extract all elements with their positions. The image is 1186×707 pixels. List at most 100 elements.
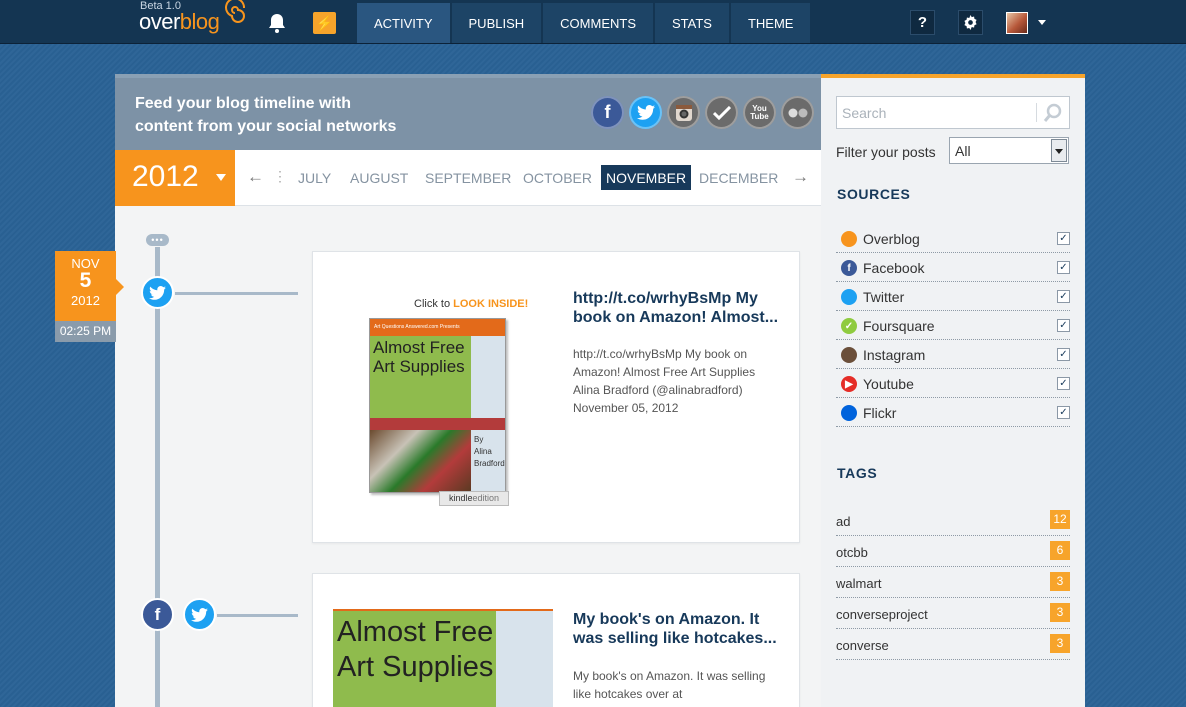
tag-label[interactable]: walmart	[836, 576, 882, 591]
cover-title: Almost Free Art Supplies	[373, 338, 465, 376]
tab-publish[interactable]: PUBLISH	[451, 3, 542, 43]
source-label: Overblog	[863, 231, 920, 247]
cover-photo	[370, 430, 471, 492]
date-day: 5	[79, 269, 92, 292]
banner-text: Feed your blog timeline with content fro…	[135, 95, 397, 135]
date-year: 2012	[71, 293, 100, 308]
facebook-icon: f	[141, 598, 174, 631]
main-nav-tabs: ACTIVITY PUBLISH COMMENTS STATS THEME	[357, 3, 812, 43]
tag-row[interactable]: converse 3	[836, 629, 1070, 660]
tags-heading: TAGS	[837, 465, 878, 481]
facebook-icon: f	[841, 260, 857, 276]
tag-row[interactable]: converseproject 3	[836, 598, 1070, 629]
source-checkbox[interactable]: ✓	[1057, 319, 1070, 332]
source-row-instagram[interactable]: Instagram ✓	[836, 340, 1070, 369]
month-august[interactable]: AUGUST	[345, 165, 413, 190]
tab-comments[interactable]: COMMENTS	[543, 3, 653, 43]
dropdown-arrow-icon[interactable]	[1051, 139, 1067, 162]
youtube-icon[interactable]: You Tube	[743, 96, 776, 129]
post-card[interactable]: Almost Free Art Supplies My book's on Am…	[312, 573, 800, 707]
tab-theme[interactable]: THEME	[730, 3, 811, 43]
month-december[interactable]: DECEMBER	[694, 165, 783, 190]
look-inside-label: Click to LOOK INSIDE!	[414, 298, 529, 310]
tag-label[interactable]: otcbb	[836, 545, 868, 560]
previous-arrow-icon[interactable]: ←	[247, 167, 264, 187]
more-months-icon[interactable]: ⋮	[273, 168, 287, 185]
social-feed-banner: Feed your blog timeline with content fro…	[115, 74, 821, 150]
month-november[interactable]: NOVEMBER	[601, 165, 692, 190]
tag-row[interactable]: ad 12	[836, 505, 1070, 536]
year-caret-icon[interactable]	[216, 174, 226, 181]
logo-wordmark: overblog	[139, 9, 220, 34]
foursquare-icon[interactable]	[705, 96, 738, 129]
source-row-flickr[interactable]: Flickr ✓	[836, 398, 1070, 427]
sources-heading: SOURCES	[837, 186, 911, 202]
book-cover: Art Questions Answered.com Presents Almo…	[369, 318, 506, 493]
book-cover-image[interactable]: Almost Free Art Supplies	[333, 609, 553, 707]
tag-row[interactable]: walmart 3	[836, 567, 1070, 598]
search-box	[836, 96, 1070, 129]
top-navigation-bar: Beta 1.0 overblog ⚡ ACTIVITY PUBLISH COM…	[0, 0, 1186, 44]
post-body: http://t.co/wrhyBsMp My book on Amazon! …	[573, 347, 756, 415]
twitter-icon[interactable]	[629, 96, 662, 129]
twitter-icon	[141, 276, 174, 309]
kindle-edition-badge: kindleedition	[439, 491, 509, 506]
post-title[interactable]: http://t.co/wrhyBsMp My book on Amazon! …	[573, 289, 783, 327]
source-checkbox[interactable]: ✓	[1057, 290, 1070, 303]
timeline-date-bar: 2012 ← ⋮ JULY AUGUST SEPTEMBER OCTOBER N…	[115, 150, 821, 206]
tag-label[interactable]: ad	[836, 514, 850, 529]
source-checkbox[interactable]: ✓	[1057, 406, 1070, 419]
source-row-twitter[interactable]: Twitter ✓	[836, 282, 1070, 311]
filter-posts-select[interactable]: All	[949, 137, 1069, 164]
source-label: Facebook	[863, 260, 925, 276]
settings-gear-icon[interactable]	[958, 10, 983, 35]
month-october[interactable]: OCTOBER	[518, 165, 597, 190]
search-input[interactable]	[837, 97, 1035, 128]
flickr-icon	[841, 405, 857, 421]
overblog-logo[interactable]: Beta 1.0 overblog	[139, 0, 254, 44]
source-checkbox[interactable]: ✓	[1057, 377, 1070, 390]
tag-count-badge: 6	[1050, 541, 1070, 560]
search-icon[interactable]	[1042, 102, 1064, 124]
source-row-foursquare[interactable]: ✓ Foursquare ✓	[836, 311, 1070, 340]
instagram-icon[interactable]	[667, 96, 700, 129]
timeline-more-dots[interactable]: •••	[146, 234, 169, 246]
lightning-bolt-icon[interactable]: ⚡	[313, 12, 336, 34]
tab-stats[interactable]: STATS	[655, 3, 729, 43]
source-label: Flickr	[863, 405, 897, 421]
post-title[interactable]: My book's on Amazon. It was selling like…	[573, 610, 783, 648]
source-checkbox[interactable]: ✓	[1057, 261, 1070, 274]
next-arrow-icon[interactable]: →	[792, 167, 809, 187]
twitter-icon	[183, 598, 216, 631]
timeline-vertical-line	[155, 247, 160, 707]
twitter-icon	[841, 289, 857, 305]
source-label: Youtube	[863, 376, 914, 392]
source-row-youtube[interactable]: ▶ Youtube ✓	[836, 369, 1070, 398]
logo-swirl-icon	[225, 0, 246, 23]
month-september[interactable]: SEPTEMBER	[420, 165, 516, 190]
tag-label[interactable]: converseproject	[836, 607, 928, 622]
tag-count-badge: 3	[1050, 634, 1070, 653]
source-label: Foursquare	[863, 318, 935, 334]
tag-count-badge: 12	[1050, 510, 1070, 529]
help-button[interactable]: ?	[910, 10, 935, 35]
user-menu-caret-icon[interactable]	[1038, 20, 1046, 25]
facebook-icon[interactable]: f	[591, 96, 624, 129]
source-label: Twitter	[863, 289, 905, 305]
tab-activity[interactable]: ACTIVITY	[357, 3, 450, 43]
source-checkbox[interactable]: ✓	[1057, 348, 1070, 361]
flickr-icon[interactable]	[781, 96, 814, 129]
timeline-connector	[217, 614, 298, 617]
tag-row[interactable]: otcbb 6	[836, 536, 1070, 567]
tag-label[interactable]: converse	[836, 638, 889, 653]
source-checkbox[interactable]: ✓	[1057, 232, 1070, 245]
notifications-bell-icon[interactable]	[265, 11, 289, 35]
source-row-overblog[interactable]: Overblog ✓	[836, 224, 1070, 253]
post-time: 02:25 PM	[55, 321, 116, 342]
month-july[interactable]: JULY	[293, 165, 336, 190]
post-card[interactable]: Click to LOOK INSIDE! Art Questions Answ…	[312, 251, 800, 543]
cover-title: Almost Free Art Supplies	[337, 616, 494, 683]
user-avatar[interactable]	[1006, 12, 1028, 34]
source-row-facebook[interactable]: f Facebook ✓	[836, 253, 1070, 282]
book-cover-image[interactable]: Click to LOOK INSIDE! Art Questions Answ…	[369, 298, 528, 507]
